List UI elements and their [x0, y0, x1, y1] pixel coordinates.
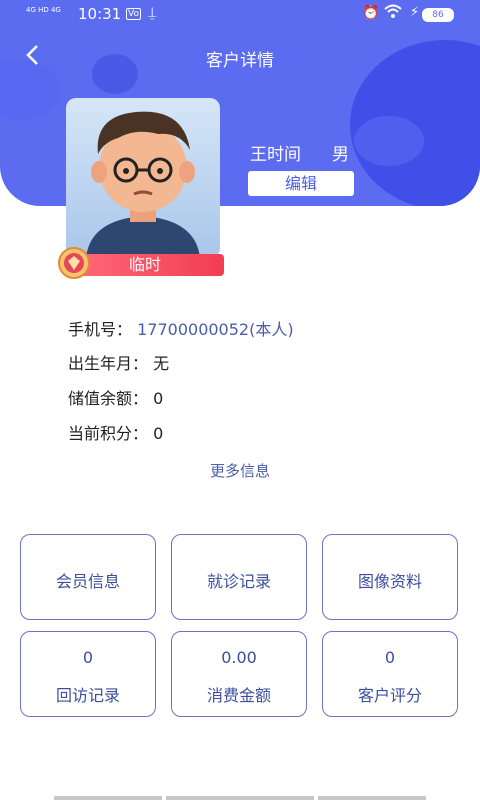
phone-label: 手机号：	[68, 320, 133, 339]
points-label: 当前积分：	[68, 424, 149, 443]
battery-indicator: 86	[422, 8, 454, 22]
card-label: 会员信息	[55, 572, 120, 591]
points-value: 0	[153, 424, 164, 443]
customer-gender: 男	[332, 145, 349, 165]
decor-circle	[354, 116, 424, 166]
card-label: 客户评分	[357, 686, 422, 705]
card-label: 图像资料	[357, 572, 422, 591]
birth-label: 出生年月：	[68, 354, 149, 373]
member-info-card[interactable]: 会员信息	[20, 534, 156, 620]
page-title: 客户详情	[206, 51, 274, 71]
visit-records-card[interactable]: 就诊记录	[171, 534, 307, 620]
usb-icon: ⍊	[148, 5, 157, 21]
balance-label: 储值余额：	[68, 389, 149, 408]
bottom-divider	[318, 796, 426, 800]
card-value: 0	[384, 648, 396, 667]
card-label: 就诊记录	[206, 572, 271, 591]
more-info-link[interactable]: 更多信息	[0, 460, 480, 481]
status-time: 10:31	[78, 5, 122, 23]
status-bar: 4G HD 4G 10:31 Vo ⍊ ⏰ ⚡ 86	[0, 0, 480, 30]
wifi-icon	[384, 4, 402, 24]
card-value: 0.00	[221, 648, 257, 667]
bottom-divider	[166, 796, 314, 800]
phone-value[interactable]: 17700000052(本人)	[137, 320, 293, 339]
birth-value: 无	[153, 354, 170, 373]
customer-rating-card[interactable]: 0 客户评分	[322, 631, 458, 717]
birth-row: 出生年月： 无	[68, 350, 169, 374]
card-label: 消费金额	[206, 686, 271, 705]
customer-name: 王时间	[250, 145, 301, 165]
edit-button[interactable]: 编辑	[248, 171, 354, 196]
card-value: 0	[82, 648, 94, 667]
phone-row: 手机号： 17700000052(本人)	[68, 316, 294, 340]
points-row: 当前积分： 0	[68, 420, 163, 444]
alarm-icon: ⏰	[362, 5, 380, 21]
followup-records-card[interactable]: 0 回访记录	[20, 631, 156, 717]
medal-icon	[54, 246, 94, 280]
card-label: 回访记录	[55, 686, 120, 705]
bottom-divider	[54, 796, 162, 800]
charging-icon: ⚡	[410, 5, 420, 20]
avatar	[66, 98, 220, 258]
image-files-card[interactable]: 图像资料	[322, 534, 458, 620]
spend-amount-card[interactable]: 0.00 消费金额	[171, 631, 307, 717]
balance-row: 储值余额： 0	[68, 385, 163, 409]
balance-value: 0	[153, 389, 164, 408]
volte-badge: Vo	[126, 8, 141, 20]
signal-indicator: 4G HD 4G	[26, 6, 61, 14]
